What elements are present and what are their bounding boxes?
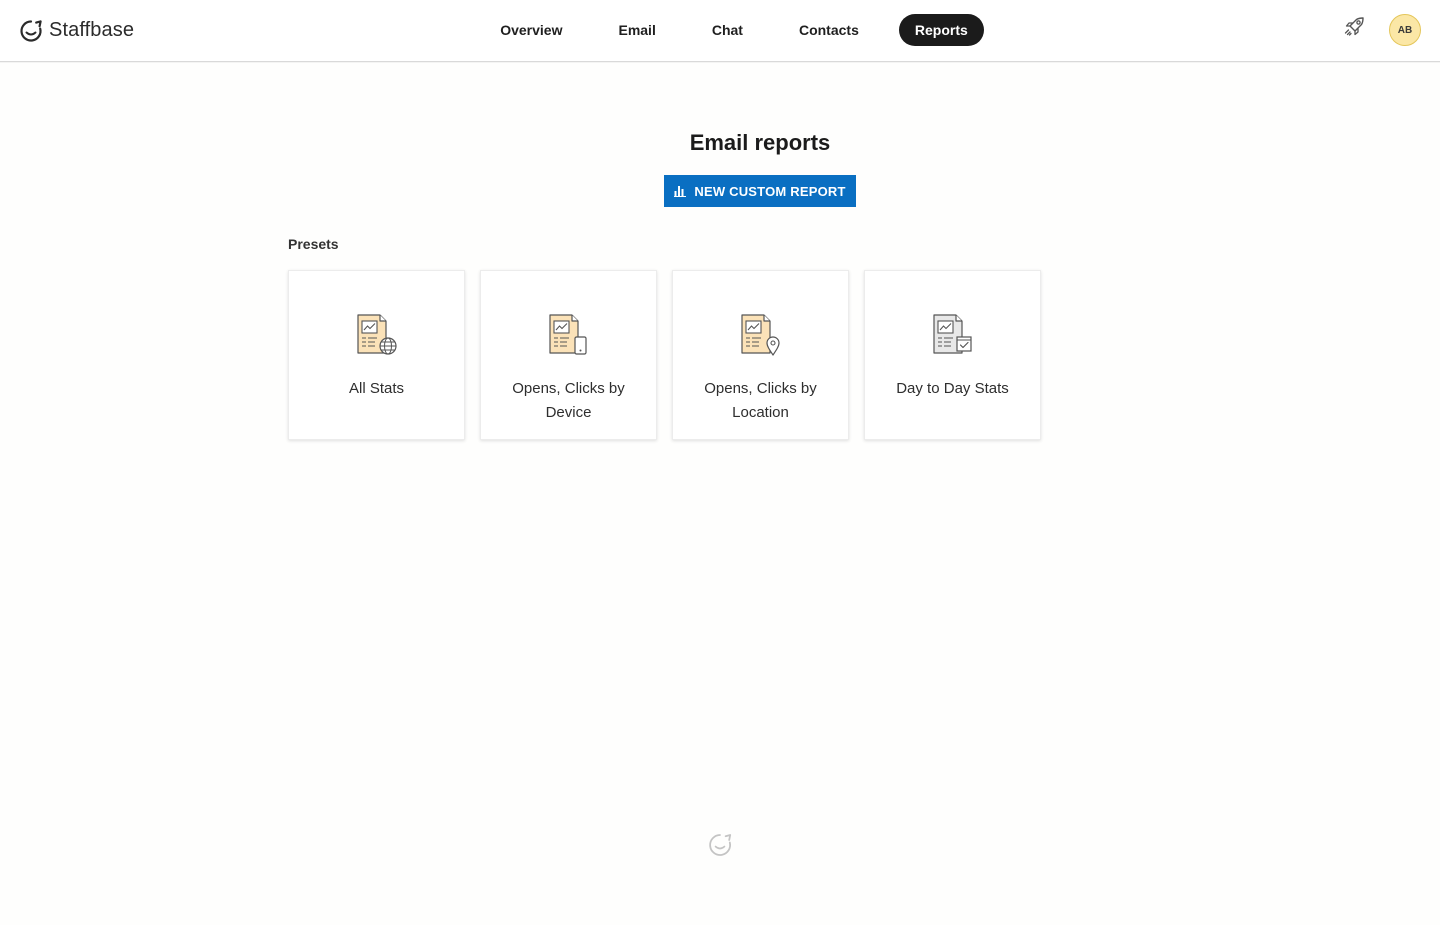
preset-card-label: All Stats xyxy=(348,380,405,397)
nav-item-overview[interactable]: Overview xyxy=(484,14,578,46)
report-calendar-icon xyxy=(932,314,972,354)
report-globe-icon xyxy=(356,314,397,355)
page-title: Email reports xyxy=(689,130,831,155)
top-bar: Staffbase Overview Email Chat Contacts R… xyxy=(0,0,1440,62)
preset-card-day-to-day[interactable]: Day to Day Stats xyxy=(864,270,1041,440)
brand-name: Staffbase xyxy=(49,19,135,41)
preset-card-location[interactable]: Opens, Clicks by Location xyxy=(672,270,849,440)
nav-item-contacts[interactable]: Contacts xyxy=(783,14,875,46)
staffbase-loader-icon xyxy=(709,834,732,856)
user-avatar[interactable]: AB xyxy=(1389,14,1421,46)
rocket-icon[interactable] xyxy=(1342,15,1366,39)
preset-card-label: Opens, Clicks by Device xyxy=(512,380,625,421)
preset-card-device[interactable]: Opens, Clicks by Device xyxy=(480,270,657,440)
presets-heading: Presets xyxy=(288,236,339,252)
staffbase-logo[interactable]: Staffbase xyxy=(19,17,134,44)
preset-card-all-stats[interactable]: All Stats xyxy=(288,270,465,440)
nav-item-email[interactable]: Email xyxy=(602,14,671,46)
presets-list: All Stats Opens, Clicks by Device Opens,… xyxy=(288,270,1041,440)
report-location-icon xyxy=(740,314,780,356)
preset-card-label: Opens, Clicks by Location xyxy=(704,380,817,421)
report-device-icon xyxy=(548,314,587,355)
bar-chart-icon xyxy=(674,186,687,197)
main-nav: Overview Email Chat Contacts Reports xyxy=(0,14,1440,46)
new-custom-report-button[interactable]: NEW CUSTOM REPORT xyxy=(664,175,856,207)
new-custom-report-label: NEW CUSTOM REPORT xyxy=(694,183,846,199)
staffbase-logo-icon xyxy=(20,19,42,42)
preset-card-label: Day to Day Stats xyxy=(896,380,1009,397)
nav-item-chat[interactable]: Chat xyxy=(696,14,759,46)
nav-item-reports[interactable]: Reports xyxy=(898,14,984,46)
